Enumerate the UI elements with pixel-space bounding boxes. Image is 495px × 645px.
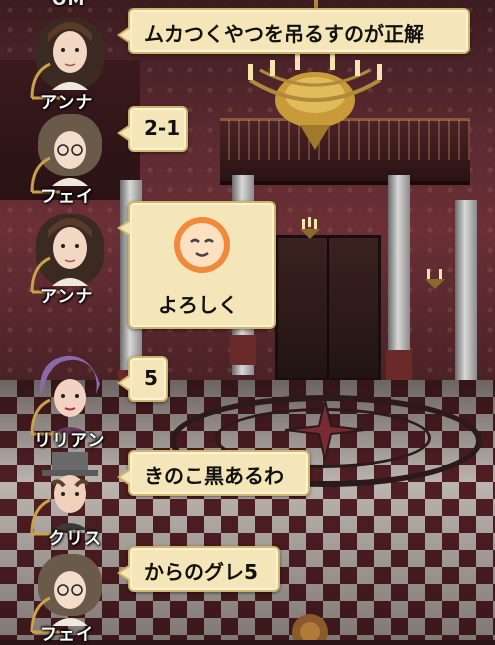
speaker-name: フェイ — [40, 187, 94, 207]
message-bubble[interactable]: 2-1 — [117, 106, 188, 152]
speaker-name: リリアン — [34, 431, 106, 451]
message-text: からのグレ5 — [144, 560, 258, 584]
message-text: ムカつくやつを吊るすのが正解 — [144, 22, 424, 46]
pillar-base — [230, 335, 256, 365]
smiling-face-icon — [174, 217, 230, 273]
speaker-name: アンナ — [40, 287, 94, 307]
message-bubble[interactable]: ムカつくやつを吊るすのが正解 — [117, 8, 470, 54]
pillar-base — [386, 350, 412, 380]
message-bubble[interactable]: 5 — [117, 356, 168, 402]
wall-lamp-icon — [425, 269, 445, 289]
message-text: きのこ黒あるわ — [144, 464, 284, 488]
message-text: 5 — [144, 366, 158, 390]
stamp-caption: よろしく — [158, 293, 238, 317]
message-bubble[interactable]: きのこ黒あるわ — [117, 450, 310, 496]
stamp-bubble[interactable]: よろしく — [117, 201, 276, 329]
speaker-name: フェイ — [40, 625, 94, 645]
speaker-name-partial: OM — [52, 0, 86, 10]
message-text: 2-1 — [144, 116, 181, 140]
chandelier-icon — [248, 54, 382, 150]
ornament-icon — [292, 614, 328, 640]
pillar — [455, 200, 477, 390]
speaker-name: クリス — [48, 529, 102, 549]
wall-lamp-icon — [300, 217, 320, 239]
double-door — [275, 235, 381, 381]
message-bubble[interactable]: からのグレ5 — [117, 546, 280, 592]
